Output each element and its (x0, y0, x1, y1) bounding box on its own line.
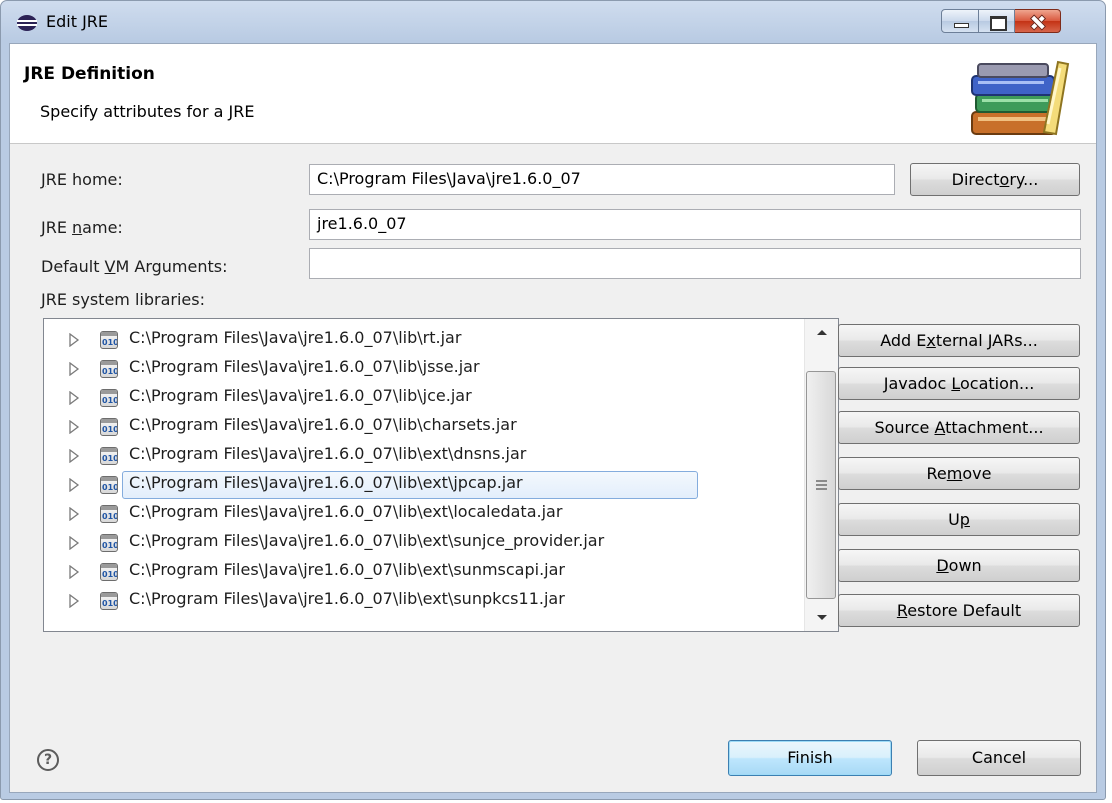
directory-button[interactable]: Directory... (910, 163, 1080, 196)
scrollbar-thumb[interactable] (806, 371, 836, 599)
expand-arrow-icon[interactable] (68, 391, 80, 405)
jre-name-field[interactable]: jre1.6.0_07 (309, 209, 1081, 240)
library-path: C:\Program Files\Java\jre1.6.0_07\lib\ex… (129, 560, 565, 579)
restore-default-button[interactable]: Restore Default (838, 594, 1080, 627)
expand-arrow-icon[interactable] (68, 536, 80, 550)
books-library-icon (971, 60, 1070, 136)
library-path: C:\Program Files\Java\jre1.6.0_07\lib\ch… (129, 415, 517, 434)
expand-arrow-icon[interactable] (68, 362, 80, 376)
jre-system-libraries-label: JRE system libraries: (41, 290, 205, 309)
library-path: C:\Program Files\Java\jre1.6.0_07\lib\rt… (129, 328, 462, 347)
cancel-button[interactable]: Cancel (917, 740, 1081, 776)
expand-arrow-icon[interactable] (68, 594, 80, 608)
eclipse-icon (17, 15, 37, 31)
library-path: C:\Program Files\Java\jre1.6.0_07\lib\js… (129, 357, 480, 376)
jre-home-label: JRE home: (41, 170, 123, 189)
library-row[interactable]: 010 C:\Program Files\Java\jre1.6.0_07\lib… (44, 325, 804, 354)
jar-file-icon: 010 (100, 331, 118, 349)
vm-arguments-field[interactable] (309, 248, 1081, 279)
jar-file-icon: 010 (100, 476, 118, 494)
library-row[interactable]: 010 C:\Program Files\Java\jre1.6.0_07\lib… (44, 499, 804, 528)
javadoc-location-button[interactable]: Javadoc Location... (838, 367, 1080, 400)
list-vertical-scrollbar[interactable] (804, 319, 838, 631)
dialog-header: JRE Definition Specify attributes for a … (10, 44, 1096, 144)
vm-arguments-label: Default VM Arguments: (41, 257, 228, 276)
scroll-up-arrow-icon[interactable] (805, 319, 838, 347)
library-path: C:\Program Files\Java\jre1.6.0_07\lib\ex… (129, 444, 527, 463)
library-row[interactable]: 010 C:\Program Files\Java\jre1.6.0_07\lib… (44, 470, 804, 499)
jar-file-icon: 010 (100, 505, 118, 523)
library-path: C:\Program Files\Java\jre1.6.0_07\lib\jc… (129, 386, 472, 405)
expand-arrow-icon[interactable] (68, 333, 80, 347)
edit-jre-window: Edit JRE JRE Definition Specify attribut… (0, 0, 1106, 800)
library-path: C:\Program Files\Java\jre1.6.0_07\lib\ex… (129, 502, 563, 521)
jar-file-icon: 010 (100, 389, 118, 407)
remove-button[interactable]: Remove (838, 457, 1080, 490)
expand-arrow-icon[interactable] (68, 420, 80, 434)
help-icon[interactable]: ? (37, 749, 59, 771)
expand-arrow-icon[interactable] (68, 507, 80, 521)
expand-arrow-icon[interactable] (68, 449, 80, 463)
library-path: C:\Program Files\Java\jre1.6.0_07\lib\ex… (129, 589, 565, 608)
header-title: JRE Definition (24, 64, 155, 84)
expand-arrow-icon[interactable] (68, 478, 80, 492)
title-bar[interactable]: Edit JRE (1, 1, 1105, 43)
jar-file-icon: 010 (100, 534, 118, 552)
close-button[interactable] (1015, 9, 1061, 33)
dialog-client-area: JRE Definition Specify attributes for a … (9, 43, 1097, 793)
jar-file-icon: 010 (100, 592, 118, 610)
jre-libraries-list[interactable]: 010 C:\Program Files\Java\jre1.6.0_07\lib… (43, 318, 839, 632)
jar-file-icon: 010 (100, 360, 118, 378)
library-path: C:\Program Files\Java\jre1.6.0_07\lib\ex… (129, 531, 605, 550)
library-path: C:\Program Files\Java\jre1.6.0_07\lib\ex… (129, 473, 523, 492)
library-row[interactable]: 010 C:\Program Files\Java\jre1.6.0_07\lib… (44, 528, 804, 557)
library-row[interactable]: 010 C:\Program Files\Java\jre1.6.0_07\lib… (44, 441, 804, 470)
source-attachment-button[interactable]: Source Attachment... (838, 411, 1080, 444)
library-row[interactable]: 010 C:\Program Files\Java\jre1.6.0_07\lib… (44, 557, 804, 586)
header-description: Specify attributes for a JRE (40, 102, 255, 121)
scrollbar-grip-icon (816, 480, 827, 490)
library-row[interactable]: 010 C:\Program Files\Java\jre1.6.0_07\lib… (44, 412, 804, 441)
finish-button[interactable]: Finish (728, 740, 892, 776)
jre-home-field[interactable]: C:\Program Files\Java\jre1.6.0_07 (309, 164, 895, 195)
up-button[interactable]: Up (838, 503, 1080, 536)
jar-file-icon: 010 (100, 563, 118, 581)
expand-arrow-icon[interactable] (68, 565, 80, 579)
jar-file-icon: 010 (100, 447, 118, 465)
window-title: Edit JRE (46, 12, 109, 31)
jre-name-label: JRE name: (41, 218, 123, 237)
add-external-jars-button[interactable]: Add External JARs... (838, 324, 1080, 357)
library-row[interactable]: 010 C:\Program Files\Java\jre1.6.0_07\lib… (44, 354, 804, 383)
library-row[interactable]: 010 C:\Program Files\Java\jre1.6.0_07\lib… (44, 586, 804, 615)
library-row[interactable]: 010 C:\Program Files\Java\jre1.6.0_07\lib… (44, 383, 804, 412)
scroll-down-arrow-icon[interactable] (805, 603, 838, 631)
minimize-button[interactable] (941, 9, 979, 33)
maximize-button[interactable] (979, 9, 1015, 33)
down-button[interactable]: Down (838, 549, 1080, 582)
jar-file-icon: 010 (100, 418, 118, 436)
